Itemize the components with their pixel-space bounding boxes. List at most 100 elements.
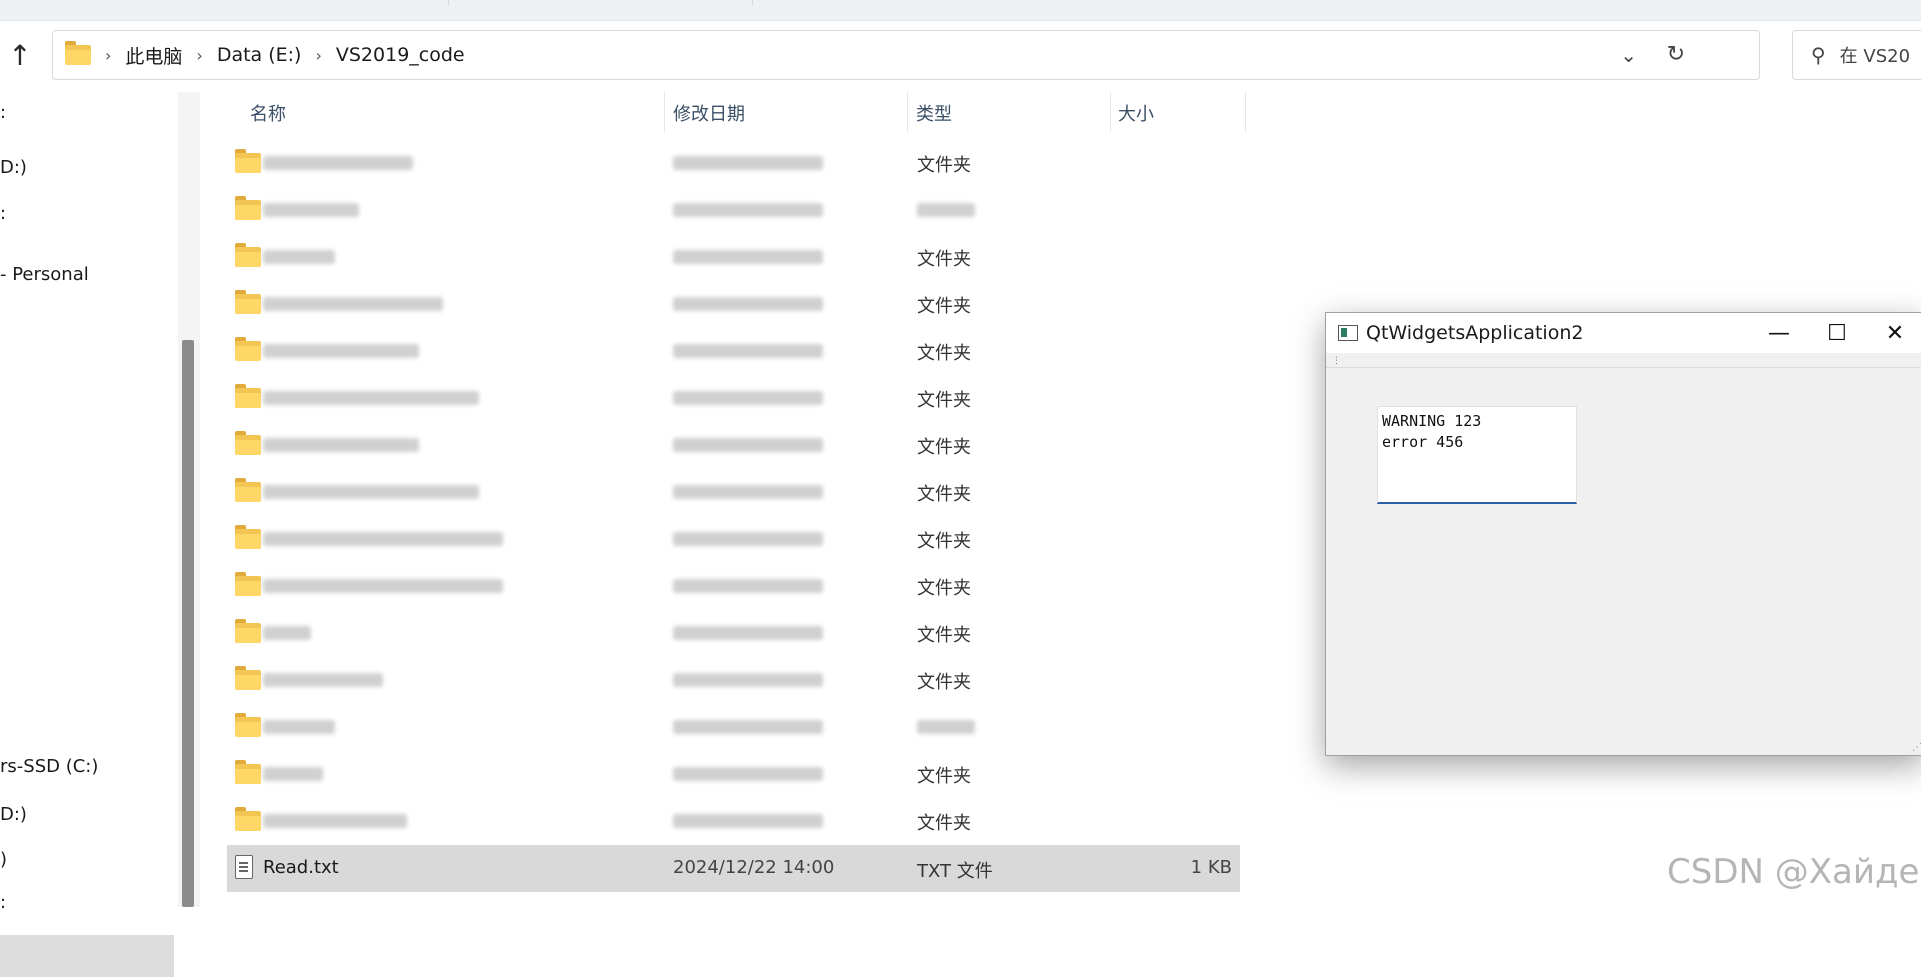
text-edit[interactable]: WARNING 123 error 456: [1377, 406, 1577, 504]
arrow-up-icon: ↑: [8, 38, 32, 72]
folder-icon: [235, 619, 261, 643]
chevron-right-icon: ›: [105, 45, 112, 65]
toolbar-grip-icon[interactable]: ⋮: [1332, 356, 1341, 366]
nav-item[interactable]: :: [0, 203, 6, 224]
search-box[interactable]: ⚲ 在 VS20: [1792, 30, 1921, 80]
file-name-redacted: [263, 203, 359, 217]
file-modified-redacted: [673, 673, 823, 687]
file-row-folder[interactable]: 文件夹: [227, 562, 1240, 609]
chevron-right-icon: ›: [196, 45, 203, 65]
folder-icon: [235, 525, 261, 549]
column-divider[interactable]: [907, 92, 908, 132]
file-row-folder[interactable]: 文件夹: [227, 797, 1240, 844]
file-row-folder[interactable]: 文件夹: [227, 327, 1240, 374]
text-file-icon: [235, 855, 253, 879]
file-name-redacted: [263, 814, 407, 828]
file-row-folder[interactable]: 文件夹: [227, 139, 1240, 186]
nav-item-ssd-c[interactable]: rs-SSD (C:): [0, 756, 98, 777]
close-button[interactable]: ✕: [1866, 313, 1921, 353]
file-type: 文件夹: [917, 813, 971, 834]
file-row-folder[interactable]: 文件夹: [227, 233, 1240, 280]
file-row-folder[interactable]: 文件夹: [227, 421, 1240, 468]
file-modified-redacted: [673, 485, 823, 499]
nav-item[interactable]: :: [0, 892, 6, 913]
file-modified-redacted: [673, 814, 823, 828]
resize-grip-icon[interactable]: ⋰: [1912, 742, 1921, 753]
nav-selected-highlight: [0, 935, 174, 977]
file-row-folder[interactable]: 文件夹: [227, 609, 1240, 656]
folder-icon: [235, 666, 261, 690]
file-row-folder[interactable]: 文件夹: [227, 656, 1240, 703]
file-name-redacted: [263, 391, 479, 405]
column-divider[interactable]: [1110, 92, 1111, 132]
file-modified-redacted: [673, 579, 823, 593]
file-row-folder[interactable]: 文件夹: [227, 280, 1240, 327]
file-type: 文件夹: [917, 625, 971, 646]
column-header-modified[interactable]: 修改日期: [673, 100, 745, 126]
file-modified-redacted: [673, 720, 823, 734]
watermark: CSDN @Хайде: [1667, 852, 1920, 892]
file-row-folder[interactable]: [227, 703, 1240, 750]
breadcrumb-this-pc[interactable]: 此电脑: [125, 42, 182, 69]
window-titlebar[interactable]: QtWidgetsApplication2 — ☐ ✕: [1326, 313, 1921, 353]
nav-item-personal[interactable]: - Personal: [0, 264, 89, 285]
file-type: 文件夹: [917, 578, 971, 599]
column-header-name[interactable]: 名称: [250, 100, 286, 126]
file-row-folder[interactable]: 文件夹: [227, 750, 1240, 797]
folder-icon: [235, 243, 261, 267]
file-name-redacted: [263, 156, 413, 170]
folder-icon: [235, 572, 261, 596]
text-line: error 456: [1382, 433, 1464, 451]
search-input[interactable]: 在 VS20: [1840, 42, 1910, 68]
column-header-size[interactable]: 大小: [1118, 100, 1154, 126]
strip-divider: [752, 0, 753, 6]
folder-icon: [235, 713, 261, 737]
nav-item[interactable]: D:): [0, 157, 27, 178]
close-icon: ✕: [1885, 320, 1905, 346]
window-title: QtWidgetsApplication2: [1366, 322, 1584, 344]
nav-item[interactable]: :: [0, 102, 6, 123]
column-divider[interactable]: [1245, 92, 1246, 132]
breadcrumb-vs2019-code[interactable]: VS2019_code: [336, 44, 465, 66]
file-row-read-txt[interactable]: Read.txt 2024/12/22 14:00 TXT 文件 1 KB: [227, 845, 1240, 892]
file-size: 1 KB: [1190, 857, 1232, 878]
app-icon: [1338, 325, 1358, 341]
file-row-folder[interactable]: 文件夹: [227, 515, 1240, 562]
refresh-icon[interactable]: ↻: [1667, 42, 1685, 67]
file-row-folder[interactable]: 文件夹: [227, 468, 1240, 515]
nav-item[interactable]: ): [0, 849, 7, 870]
file-row-folder[interactable]: [227, 186, 1240, 233]
nav-item[interactable]: D:): [0, 804, 27, 825]
file-name-redacted: [263, 767, 323, 781]
maximize-button[interactable]: ☐: [1808, 313, 1866, 353]
file-row-folder[interactable]: 文件夹: [227, 374, 1240, 421]
column-divider[interactable]: [664, 92, 665, 132]
up-arrow-button[interactable]: ↑: [0, 35, 40, 75]
chevron-right-icon: ›: [315, 45, 322, 65]
minimize-button[interactable]: —: [1750, 313, 1808, 353]
file-name-redacted: [263, 579, 503, 593]
folder-icon: [65, 41, 91, 65]
folder-icon: [235, 431, 261, 455]
address-bar[interactable]: › 此电脑 › Data (E:) › VS2019_code ⌄ ↻: [52, 30, 1760, 80]
breadcrumb-data-drive[interactable]: Data (E:): [217, 44, 302, 66]
file-name-redacted: [263, 626, 311, 640]
file-type: 文件夹: [917, 249, 971, 270]
file-modified-redacted: [673, 767, 823, 781]
file-type: 文件夹: [917, 766, 971, 787]
file-type: 文件夹: [917, 672, 971, 693]
file-modified-redacted: [673, 532, 823, 546]
file-modified: 2024/12/22 14:00: [673, 857, 835, 878]
file-modified-redacted: [673, 297, 823, 311]
file-name-redacted: [263, 297, 443, 311]
column-header-type[interactable]: 类型: [916, 100, 952, 126]
nav-scrollbar-thumb[interactable]: [182, 340, 194, 907]
folder-icon: [235, 290, 261, 314]
qt-app-window[interactable]: QtWidgetsApplication2 — ☐ ✕ ⋮ WARNING 12…: [1325, 312, 1921, 756]
folder-icon: [235, 196, 261, 220]
chevron-down-icon[interactable]: ⌄: [1620, 43, 1637, 67]
file-modified-redacted: [673, 203, 823, 217]
file-type: 文件夹: [917, 343, 971, 364]
folder-icon: [235, 384, 261, 408]
search-icon: ⚲: [1811, 43, 1826, 67]
